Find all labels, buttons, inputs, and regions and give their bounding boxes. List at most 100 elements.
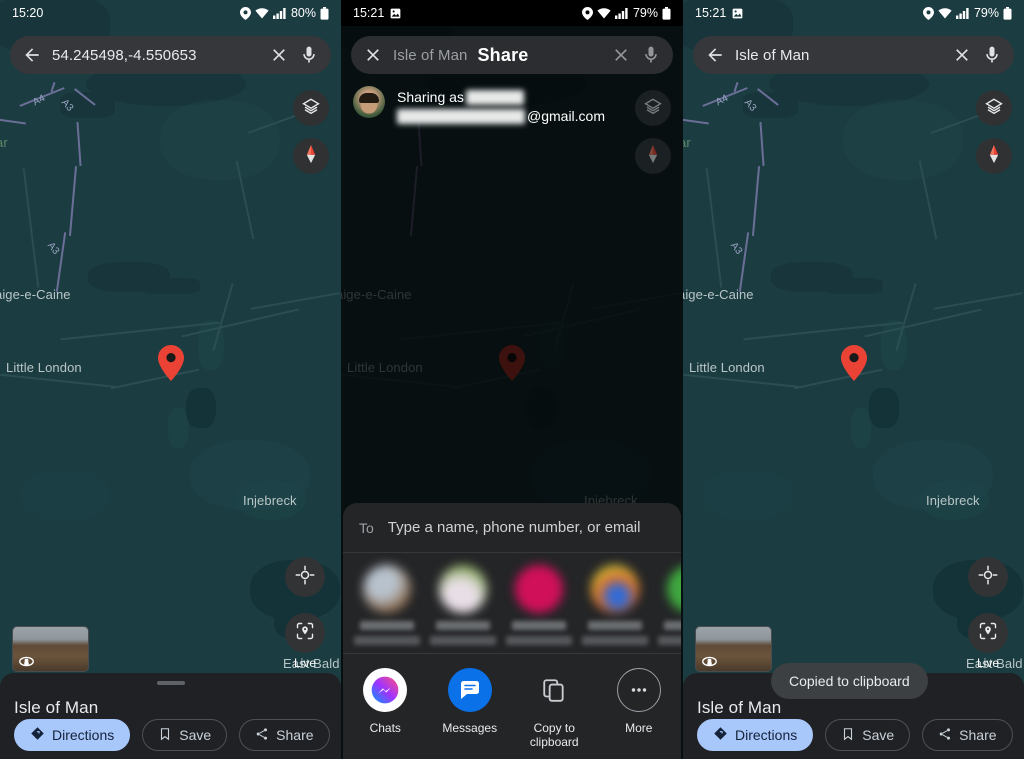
save-button[interactable]: Save [825, 719, 911, 751]
map-label-place: Little London [6, 360, 82, 375]
compass-icon [644, 144, 662, 169]
place-title: Isle of Man [697, 698, 782, 717]
place-bottom-sheet[interactable]: Isle of Man Directions Save Share Lab [0, 673, 341, 759]
screenshot-icon [732, 8, 743, 19]
screenshot-icon [390, 8, 401, 19]
share-target-more[interactable]: More [597, 668, 682, 749]
chip-label: Directions [735, 727, 798, 743]
more-icon [616, 668, 661, 712]
my-location-icon [295, 565, 315, 590]
share-sheet: To Type a name, phone number, or email C… [343, 503, 681, 759]
chip-label: Share [276, 727, 314, 743]
contact-item[interactable] [425, 565, 501, 645]
close-icon[interactable] [269, 45, 289, 65]
compass-button[interactable] [293, 138, 329, 174]
chip-label: Directions [52, 727, 115, 743]
map-pin[interactable] [841, 345, 867, 381]
share-title: Share [477, 44, 529, 65]
directions-icon [30, 726, 45, 744]
messages-icon [447, 668, 492, 712]
redacted-email [397, 109, 525, 124]
search-input[interactable]: 54.245498,-4.550653 [52, 47, 259, 64]
share-header-bar[interactable]: Isle of Man Share [351, 36, 673, 74]
live-view-button[interactable]: Live [968, 613, 1008, 670]
my-location-button[interactable] [968, 557, 1008, 597]
live-view-icon [978, 621, 998, 646]
three-panel-screenshot: A4 A3 A3 ar laige-e-Caine Little London … [0, 0, 1024, 759]
messenger-icon [363, 668, 408, 712]
chip-label: Save [862, 727, 895, 743]
layers-icon [985, 97, 1003, 120]
layers-button[interactable] [976, 90, 1012, 126]
battery-percent: 79% [973, 6, 999, 20]
contact-item[interactable] [349, 565, 425, 645]
share-button[interactable]: Share [922, 719, 1013, 751]
close-icon[interactable] [952, 45, 972, 65]
directions-button[interactable]: Directions [697, 719, 814, 751]
compass-icon [302, 144, 320, 169]
directions-button[interactable]: Directions [14, 719, 131, 751]
panel-coordinates-search: A4 A3 A3 ar laige-e-Caine Little London … [0, 0, 341, 759]
recipient-field[interactable]: To Type a name, phone number, or email [343, 503, 681, 553]
toast-message: Copied to clipboard [771, 663, 928, 699]
share-icon [255, 727, 269, 744]
sharing-as-label: Sharing as [397, 89, 464, 105]
recipient-input[interactable]: Type a name, phone number, or email [388, 519, 641, 536]
search-bar[interactable]: Isle of Man [693, 36, 1014, 74]
save-button[interactable]: Save [142, 719, 228, 751]
live-view-label: Live [976, 656, 1000, 670]
microphone-icon[interactable] [982, 45, 1002, 65]
back-arrow-icon[interactable] [705, 45, 725, 65]
my-location-button[interactable] [285, 557, 325, 597]
close-icon[interactable] [363, 45, 383, 65]
share-target-messages[interactable]: Messages [428, 668, 513, 749]
panorama-icon [702, 654, 717, 667]
signal-icon [614, 7, 628, 19]
share-target-label: Chats [369, 721, 401, 735]
status-bar: 15:20 80% [0, 0, 341, 26]
map-label-town: ar [683, 135, 691, 150]
battery-icon [1003, 6, 1012, 20]
back-arrow-icon[interactable] [22, 45, 42, 65]
bookmark-icon [158, 727, 172, 744]
contact-item[interactable] [653, 565, 681, 645]
share-target-chats[interactable]: Chats [343, 668, 428, 749]
share-target-copy[interactable]: Copy to clipboard [512, 668, 597, 749]
live-view-button[interactable]: Live [285, 613, 325, 670]
layers-button[interactable] [293, 90, 329, 126]
share-button[interactable]: Share [239, 719, 330, 751]
map-pin[interactable] [158, 345, 184, 381]
share-target-label: Messages [442, 721, 498, 735]
map-label-place: laige-e-Caine [0, 287, 71, 302]
search-input[interactable]: Isle of Man [735, 47, 942, 64]
microphone-icon[interactable] [641, 45, 661, 65]
contact-item[interactable] [501, 565, 577, 645]
sheet-grabber[interactable] [156, 681, 185, 685]
battery-percent: 80% [290, 6, 316, 20]
status-bar: 15:21 79% [341, 0, 683, 26]
contact-item[interactable] [577, 565, 653, 645]
map-label-place: Little London [689, 360, 765, 375]
microphone-icon[interactable] [299, 45, 319, 65]
to-label: To [359, 519, 374, 536]
location-icon [922, 6, 934, 20]
battery-icon [662, 6, 671, 20]
search-input[interactable]: Isle of Man [393, 47, 467, 64]
chip-label: Share [959, 727, 997, 743]
share-target-label: More [625, 721, 653, 735]
status-bar: 15:21 79% [683, 0, 1024, 26]
close-icon[interactable] [611, 45, 631, 65]
panorama-icon [19, 654, 34, 667]
compass-button[interactable] [976, 138, 1012, 174]
location-icon [581, 6, 593, 20]
battery-icon [320, 6, 329, 20]
copy-icon [532, 668, 576, 712]
search-bar[interactable]: 54.245498,-4.550653 [10, 36, 331, 74]
compass-button [635, 138, 671, 174]
layers-icon [644, 97, 662, 120]
share-icon [938, 727, 952, 744]
street-view-thumbnail[interactable] [695, 626, 772, 672]
contact-suggestions[interactable] [343, 553, 681, 654]
redacted-name [465, 90, 524, 105]
street-view-thumbnail[interactable] [12, 626, 89, 672]
